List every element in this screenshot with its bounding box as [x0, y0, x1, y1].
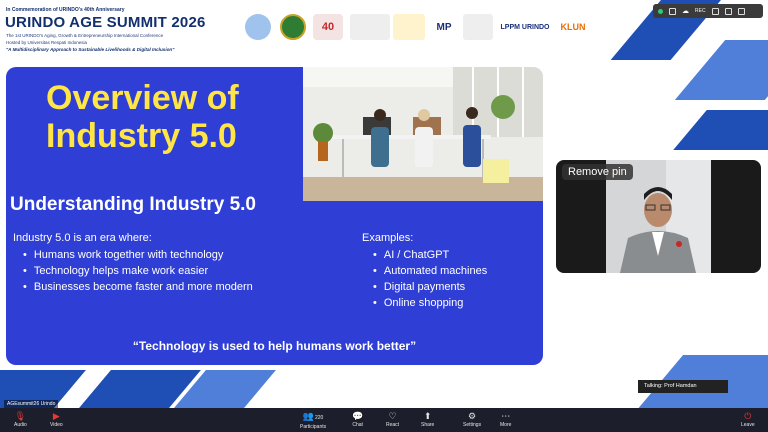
- edit-icon[interactable]: [724, 7, 732, 15]
- more-icon: ⋯: [501, 411, 511, 421]
- chat-icon: 💬: [352, 411, 364, 421]
- slide-title: Overview of Industry 5.0: [46, 79, 239, 155]
- header-theme: "A Multidisciplinary Approach to Sustain…: [6, 47, 175, 52]
- slide-quote: “Technology is used to help humans work …: [132, 339, 417, 353]
- fullscreen-icon[interactable]: [737, 7, 745, 15]
- react-label: React: [386, 422, 400, 428]
- meeting-status-bar: ☁ REC: [653, 4, 763, 18]
- microphone-muted-icon: 🎙: [14, 411, 27, 421]
- participants-count: 220: [315, 415, 324, 421]
- sponsor-logo: MP: [430, 14, 458, 40]
- chat-label: Chat: [352, 422, 363, 428]
- participants-icon: 👥220: [302, 411, 324, 421]
- slide-title-line-1: Overview of: [46, 79, 239, 117]
- slide-intro-text: Industry 5.0 is an era where:: [13, 232, 152, 244]
- bullet-item: AI / ChatGPT: [373, 247, 487, 263]
- share-screen-icon: ⬆: [423, 411, 432, 421]
- header-title: URINDO AGE SUMMIT 2026: [5, 14, 206, 31]
- bullet-item: Businesses become faster and more modern: [23, 279, 253, 295]
- connection-indicator-icon: [658, 8, 663, 14]
- more-button[interactable]: ⋯ More: [500, 410, 511, 428]
- share-button[interactable]: ⬆ Share: [421, 410, 434, 428]
- slide-heading: Understanding Industry 5.0: [10, 194, 256, 215]
- sponsor-logo: KLUN: [556, 14, 590, 40]
- chat-button[interactable]: 💬 Chat: [352, 410, 363, 428]
- sponsor-logo-text: MP: [436, 21, 452, 33]
- share-label: Share: [421, 422, 435, 428]
- settings-button[interactable]: ⚙ Settings: [463, 410, 481, 428]
- bullet-item: Automated machines: [373, 263, 487, 279]
- sponsor-logo: [393, 14, 425, 40]
- bullet-item: Digital payments: [373, 279, 487, 295]
- background-stripe: [674, 40, 768, 100]
- office-photo-illustration: [303, 67, 543, 201]
- meeting-toolbar: 🎙 Audio ▶ Video 👥220 Participants 💬 Chat…: [0, 408, 768, 432]
- video-button[interactable]: ▶ Video: [50, 410, 63, 428]
- pinned-video-tile[interactable]: Remove pin: [556, 160, 761, 273]
- self-view-name: AGEsummit26 Urindo: [4, 400, 59, 408]
- caption-icon[interactable]: [711, 7, 719, 15]
- header-subtitle-2: Hosted by Universitas Respati Indonesia: [6, 40, 88, 45]
- slide-bullets-right: AI / ChatGPT Automated machines Digital …: [373, 247, 487, 311]
- bullet-item: Humans work together with technology: [23, 247, 253, 263]
- sponsor-logo: [280, 14, 306, 40]
- background-stripe: [673, 110, 768, 150]
- video-label: Video: [50, 422, 63, 428]
- participants-button[interactable]: 👥220 Participants: [300, 410, 326, 430]
- sponsor-logo: [245, 14, 271, 40]
- camera-off-icon: ▶: [52, 411, 60, 421]
- header-commemoration: In Commemoration of URINDO's 40th Annive…: [6, 7, 125, 13]
- sponsor-logo: [350, 14, 390, 40]
- participants-label: Participants: [300, 424, 327, 430]
- remove-pin-button[interactable]: Remove pin: [562, 164, 633, 180]
- cloud-recording-icon[interactable]: ☁: [682, 7, 689, 15]
- gear-icon: ⚙: [468, 411, 477, 421]
- leave-label: Leave: [741, 422, 755, 428]
- sponsor-logo-text: LPPM URINDO: [500, 23, 550, 31]
- sponsor-logo: [463, 14, 493, 40]
- sponsor-logo-text: KLUN: [560, 22, 586, 32]
- talking-indicator: Talking: Prof Hamdan: [638, 380, 728, 393]
- sponsor-logo: 40: [313, 14, 343, 40]
- react-button[interactable]: ♡ React: [386, 410, 399, 428]
- header-subtitle-1: The 1st URINDO's Aging, Growth & Entrepr…: [6, 33, 164, 38]
- audio-label: Audio: [14, 422, 27, 428]
- slide-bullets-left: Humans work together with technology Tec…: [23, 247, 253, 295]
- bullet-item: Online shopping: [373, 295, 487, 311]
- heart-icon: ♡: [388, 411, 397, 421]
- info-icon[interactable]: [669, 7, 676, 15]
- recording-label: REC: [695, 8, 706, 14]
- leave-button[interactable]: ⏻ Leave: [741, 410, 755, 428]
- leave-icon: ⏻: [744, 411, 752, 421]
- office-photo: [303, 67, 543, 201]
- audio-button[interactable]: 🎙 Audio: [14, 410, 27, 428]
- slide-title-line-2: Industry 5.0: [46, 117, 237, 155]
- bullet-item: Technology helps make work easier: [23, 263, 253, 279]
- shared-slide: Overview of Industry 5.0 Understanding I…: [6, 67, 543, 365]
- slide-examples-label: Examples:: [362, 232, 414, 244]
- settings-label: Settings: [463, 422, 482, 428]
- more-label: More: [500, 422, 512, 428]
- sponsor-logo: LPPM URINDO: [497, 14, 553, 40]
